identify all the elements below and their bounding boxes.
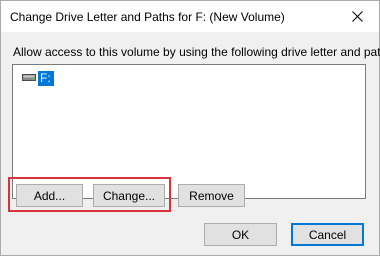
change-button[interactable]: Change... bbox=[93, 184, 165, 207]
title-bar: Change Drive Letter and Paths for F: (Ne… bbox=[1, 1, 379, 33]
close-button[interactable] bbox=[335, 1, 379, 31]
drive-icon bbox=[21, 70, 37, 86]
instruction-label: Allow access to this volume by using the… bbox=[13, 45, 380, 59]
list-item-label: F: bbox=[38, 70, 54, 86]
ok-button[interactable]: OK bbox=[204, 223, 277, 246]
paths-listbox[interactable]: F: bbox=[12, 64, 366, 199]
add-button[interactable]: Add... bbox=[16, 184, 83, 207]
remove-button[interactable]: Remove bbox=[178, 184, 245, 207]
cancel-button[interactable]: Cancel bbox=[291, 223, 364, 246]
close-icon bbox=[351, 10, 363, 22]
dialog-body: Allow access to this volume by using the… bbox=[1, 32, 380, 255]
dialog-title: Change Drive Letter and Paths for F: (Ne… bbox=[10, 10, 285, 24]
list-item[interactable]: F: bbox=[21, 70, 54, 86]
change-drive-letter-dialog: Change Drive Letter and Paths for F: (Ne… bbox=[0, 0, 380, 256]
